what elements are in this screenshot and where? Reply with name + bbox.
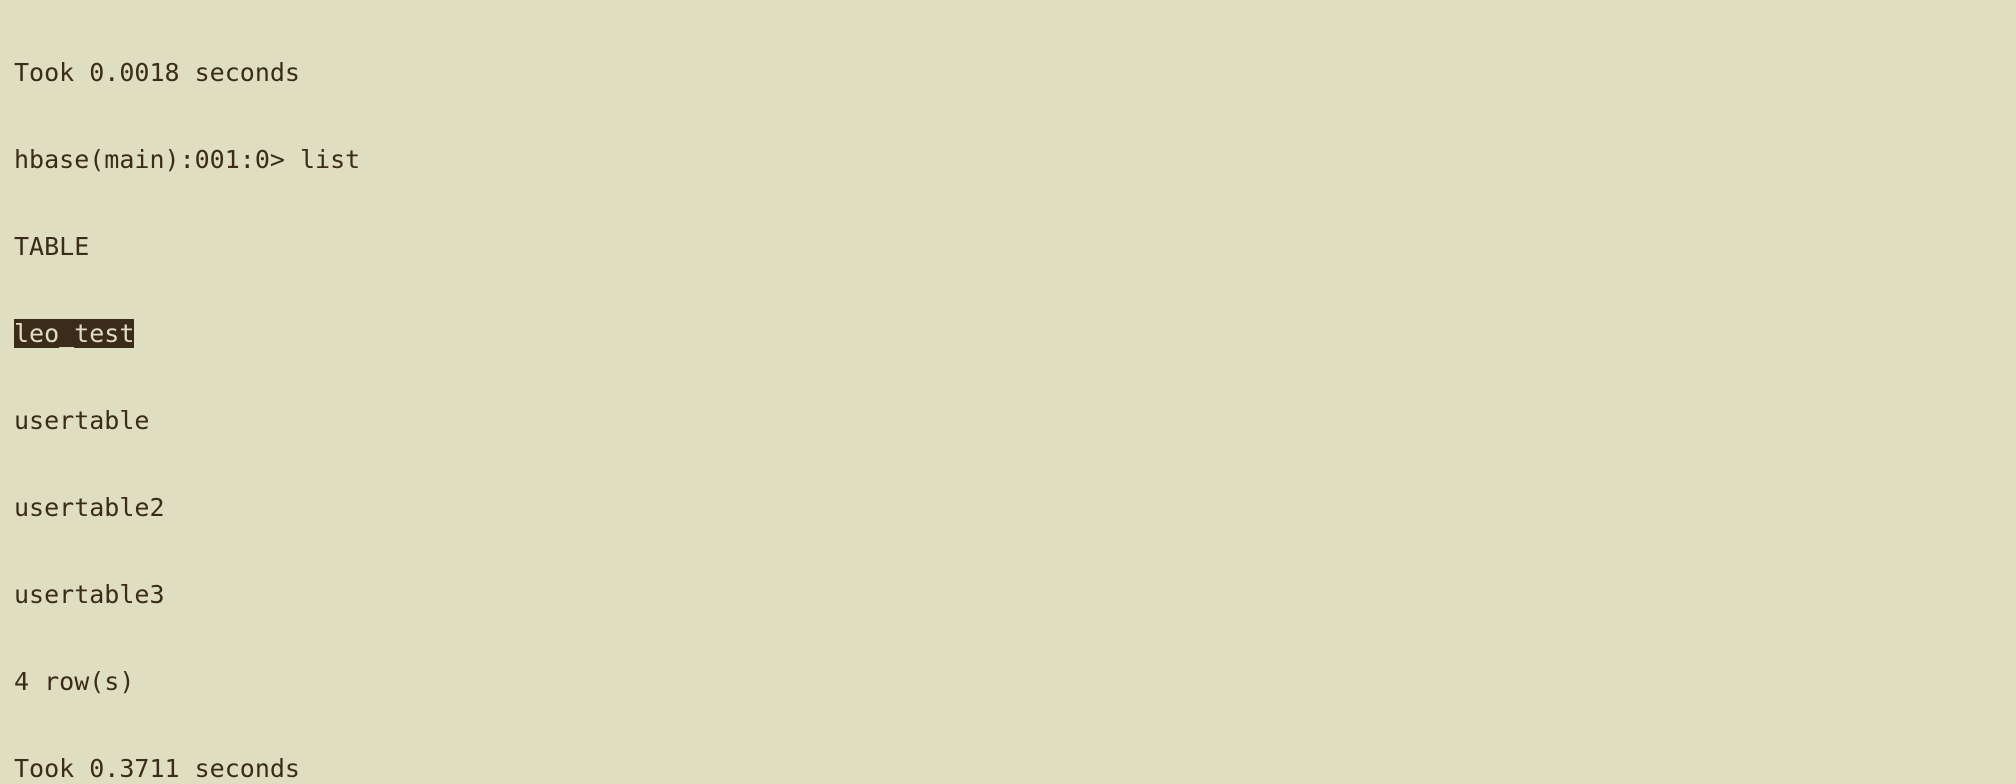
output-line: 4 row(s) <box>14 667 2002 696</box>
output-line: usertable <box>14 406 2002 435</box>
output-line: Took 0.0018 seconds <box>14 58 2002 87</box>
terminal-pane[interactable]: Took 0.0018 seconds hbase(main):001:0> l… <box>0 0 2016 784</box>
highlighted-text: leo_test <box>14 319 134 348</box>
output-line-highlight: leo_test <box>14 319 2002 348</box>
output-line: Took 0.3711 seconds <box>14 754 2002 783</box>
prompt-line-1: hbase(main):001:0> list <box>14 145 2002 174</box>
output-line: usertable3 <box>14 580 2002 609</box>
output-line: TABLE <box>14 232 2002 261</box>
output-line: usertable2 <box>14 493 2002 522</box>
